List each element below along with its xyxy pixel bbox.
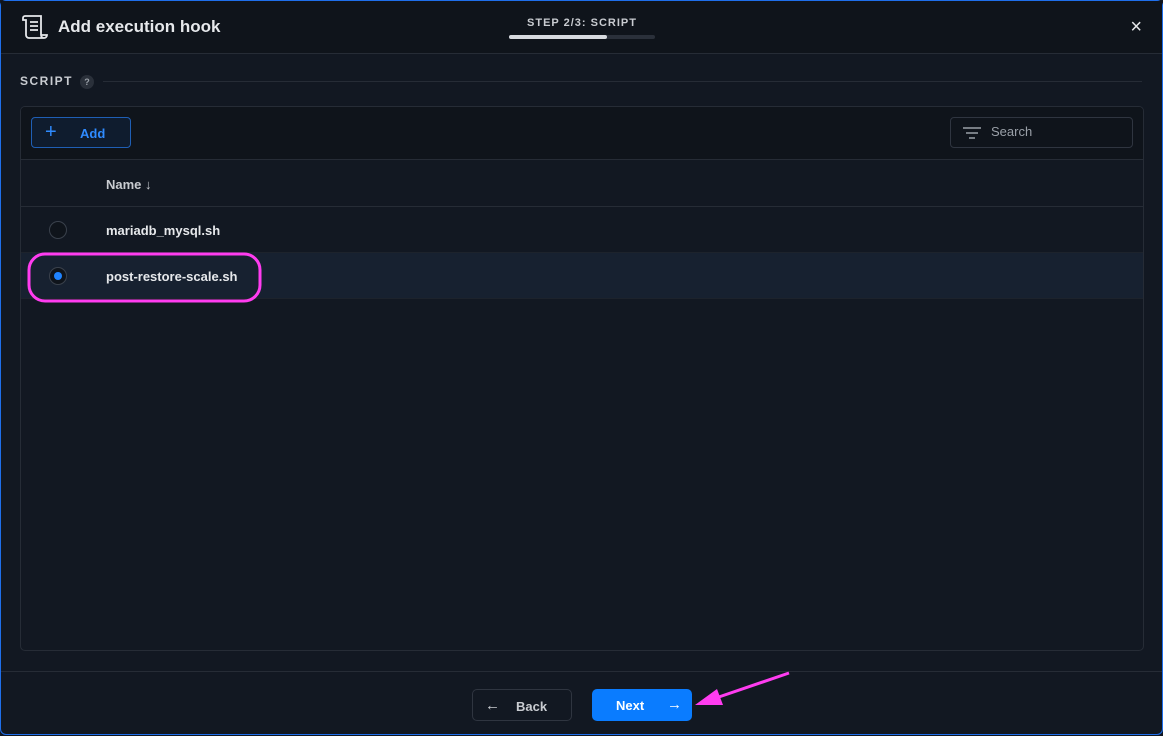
script-scroll-icon (22, 15, 48, 39)
next-label: Next (616, 698, 645, 713)
row-radio[interactable] (49, 221, 67, 239)
add-script-button[interactable]: + Add (31, 117, 131, 148)
filter-icon (963, 127, 981, 139)
dialog-title: Add execution hook (58, 17, 221, 36)
search-input[interactable] (991, 124, 1121, 139)
dialog-header: Add execution hook STEP 2/3: SCRIPT × (1, 1, 1162, 54)
table-row[interactable]: mariadb_mysql.sh (21, 207, 1143, 253)
step-label: STEP 2/3: SCRIPT (527, 17, 637, 29)
column-header-name[interactable]: Name ↓ (106, 177, 152, 192)
script-name: post-restore-scale.sh (106, 269, 238, 284)
close-icon[interactable]: × (1130, 16, 1142, 39)
step-progress-fill (509, 35, 607, 39)
arrow-right-icon: → (667, 696, 682, 713)
section-title: SCRIPT (20, 74, 74, 88)
dialog-footer: ← Back Next → (1, 671, 1162, 736)
plus-icon: + (45, 121, 57, 143)
next-button[interactable]: Next → (592, 689, 692, 721)
step-progress-bar (509, 35, 655, 39)
back-button[interactable]: ← Back (472, 689, 572, 721)
arrow-left-icon: ← (485, 697, 500, 714)
search-box[interactable] (950, 117, 1133, 148)
help-icon[interactable]: ? (80, 75, 94, 89)
script-table-panel: + Add Name ↓ mariadb_mysql.sh post-resto… (20, 106, 1144, 651)
script-name: mariadb_mysql.sh (106, 223, 221, 238)
add-label: Add (80, 126, 106, 141)
back-label: Back (516, 699, 548, 714)
row-radio[interactable] (49, 267, 67, 285)
table-row[interactable]: post-restore-scale.sh (21, 253, 1143, 299)
table-toolbar: + Add (21, 107, 1143, 160)
section-divider (103, 81, 1142, 82)
table-header: Name ↓ (21, 160, 1143, 207)
